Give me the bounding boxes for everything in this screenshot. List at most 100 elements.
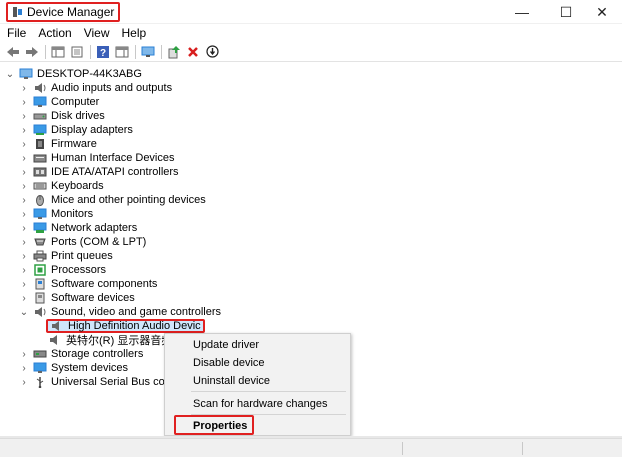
- close-button[interactable]: ✕: [582, 0, 622, 24]
- tree-item[interactable]: › IDE ATA/ATAPI controllers: [18, 165, 179, 179]
- tree-item-label: Computer: [51, 96, 100, 108]
- expand-chevron-icon[interactable]: ›: [18, 109, 30, 123]
- mouse-icon: [33, 194, 47, 206]
- tree-child-item[interactable]: 英特尔(R) 显示器音频: [48, 333, 172, 347]
- tree-item-label: Firmware: [51, 138, 97, 150]
- action-pane-icon[interactable]: [113, 43, 131, 61]
- usb-icon: [33, 376, 47, 389]
- expand-chevron-icon[interactable]: ›: [18, 263, 30, 277]
- uninstall-device-icon[interactable]: [184, 43, 202, 61]
- tree-item-label: Network adapters: [51, 222, 138, 234]
- menu-view[interactable]: View: [84, 26, 110, 40]
- collapse-chevron-icon[interactable]: ⌄: [4, 67, 16, 81]
- tree-item-label: Software devices: [51, 292, 135, 304]
- tree-item[interactable]: › System devices: [18, 361, 128, 375]
- tree-item-label: Monitors: [51, 208, 94, 220]
- network-icon: [33, 222, 47, 234]
- hid-icon: [33, 152, 47, 164]
- expand-chevron-icon[interactable]: ›: [18, 207, 30, 221]
- tree-item[interactable]: › Mice and other pointing devices: [18, 193, 206, 207]
- expand-chevron-icon[interactable]: ›: [18, 81, 30, 95]
- tree-item-label: Ports (COM & LPT): [51, 236, 147, 248]
- expand-chevron-icon[interactable]: ›: [18, 179, 30, 193]
- tree-item[interactable]: › Software devices: [18, 291, 135, 305]
- update-driver-menu-item[interactable]: Update driver: [165, 336, 350, 353]
- expand-chevron-icon[interactable]: ›: [18, 361, 30, 375]
- expand-chevron-icon[interactable]: ›: [18, 165, 30, 179]
- disk-icon: [33, 110, 47, 122]
- audio-device-icon: [50, 320, 64, 332]
- expand-chevron-icon[interactable]: ›: [18, 375, 30, 389]
- window-title-highlight: Device Manager: [6, 2, 121, 22]
- tree-root[interactable]: ⌄ DESKTOP-44K3ABG: [4, 67, 142, 81]
- firmware-icon: [33, 138, 47, 150]
- tree-item[interactable]: › Monitors: [18, 207, 93, 221]
- disable-device-menu-item[interactable]: Disable device: [165, 354, 350, 371]
- expand-chevron-icon[interactable]: ›: [18, 193, 30, 207]
- toolbar-separator: [161, 44, 162, 59]
- expand-chevron-icon[interactable]: ›: [18, 95, 30, 109]
- expand-chevron-icon[interactable]: ›: [18, 137, 30, 151]
- tree-item[interactable]: › Print queues: [18, 249, 113, 263]
- expand-chevron-icon[interactable]: ›: [18, 277, 30, 291]
- tree-item-label: Print queues: [51, 250, 113, 262]
- tree-item-label: Human Interface Devices: [51, 152, 175, 164]
- audio-device-icon: [48, 334, 62, 346]
- tree-item-label: High Definition Audio Devic: [68, 320, 201, 332]
- tree-item[interactable]: › Firmware: [18, 137, 97, 151]
- menu-help[interactable]: Help: [122, 26, 147, 40]
- tree-root-label: DESKTOP-44K3ABG: [37, 68, 142, 80]
- expand-chevron-icon[interactable]: ›: [18, 123, 30, 137]
- system-icon: [33, 362, 47, 374]
- tree-item[interactable]: › Audio inputs and outputs: [18, 81, 172, 95]
- maximize-button[interactable]: ☐: [546, 0, 586, 24]
- computer-icon: [33, 96, 47, 108]
- expand-chevron-icon[interactable]: ›: [18, 291, 30, 305]
- properties-menu-item[interactable]: Properties: [165, 417, 350, 434]
- monitor-icon: [33, 208, 47, 220]
- tree-item-label: Processors: [51, 264, 107, 276]
- tree-item-expanded[interactable]: ⌄ Sound, video and game controllers: [18, 305, 221, 319]
- tree-item[interactable]: › Keyboards: [18, 179, 103, 193]
- properties-icon[interactable]: [68, 43, 86, 61]
- tree-item-label: IDE ATA/ATAPI controllers: [51, 166, 179, 178]
- collapse-chevron-icon[interactable]: ⌄: [18, 305, 30, 319]
- tree-item-label: Storage controllers: [51, 348, 144, 360]
- expand-chevron-icon[interactable]: ›: [18, 235, 30, 249]
- tree-item[interactable]: › Disk drives: [18, 109, 105, 123]
- minimize-button[interactable]: —: [502, 0, 542, 24]
- forward-icon[interactable]: [23, 43, 41, 61]
- uninstall-device-menu-item[interactable]: Uninstall device: [165, 372, 350, 389]
- expand-chevron-icon[interactable]: ›: [18, 347, 30, 361]
- tree-item[interactable]: › Storage controllers: [18, 347, 143, 361]
- disable-device-icon[interactable]: [203, 43, 221, 61]
- help-icon[interactable]: ?: [94, 43, 112, 61]
- port-icon: [33, 236, 47, 248]
- tree-item-label: Disk drives: [51, 110, 105, 122]
- menu-bar: File Action View Help: [0, 24, 622, 42]
- back-icon[interactable]: [4, 43, 22, 61]
- tree-item[interactable]: › Universal Serial Bus control: [18, 375, 186, 389]
- menu-file[interactable]: File: [7, 26, 26, 40]
- toolbar-separator: [90, 44, 91, 59]
- tree-item[interactable]: › Software components: [18, 277, 157, 291]
- expand-chevron-icon[interactable]: ›: [18, 151, 30, 165]
- selected-device-row[interactable]: High Definition Audio Devic: [46, 319, 205, 333]
- tree-item[interactable]: › Computer: [18, 95, 99, 109]
- svg-text:?: ?: [100, 48, 106, 59]
- tree-item[interactable]: › Processors: [18, 263, 106, 277]
- software-device-icon: [33, 292, 47, 304]
- update-driver-icon[interactable]: [165, 43, 183, 61]
- expand-chevron-icon[interactable]: ›: [18, 221, 30, 235]
- scan-hardware-icon[interactable]: [139, 43, 157, 61]
- scan-hardware-menu-item[interactable]: Scan for hardware changes: [165, 395, 350, 412]
- tree-item[interactable]: › Display adapters: [18, 123, 133, 137]
- tree-item[interactable]: › Ports (COM & LPT): [18, 235, 146, 249]
- status-bar: [0, 438, 622, 457]
- window-title: Device Manager: [27, 5, 115, 19]
- show-hide-console-tree-icon[interactable]: [49, 43, 67, 61]
- tree-item[interactable]: › Network adapters: [18, 221, 137, 235]
- tree-item[interactable]: › Human Interface Devices: [18, 151, 175, 165]
- menu-action[interactable]: Action: [38, 26, 71, 40]
- expand-chevron-icon[interactable]: ›: [18, 249, 30, 263]
